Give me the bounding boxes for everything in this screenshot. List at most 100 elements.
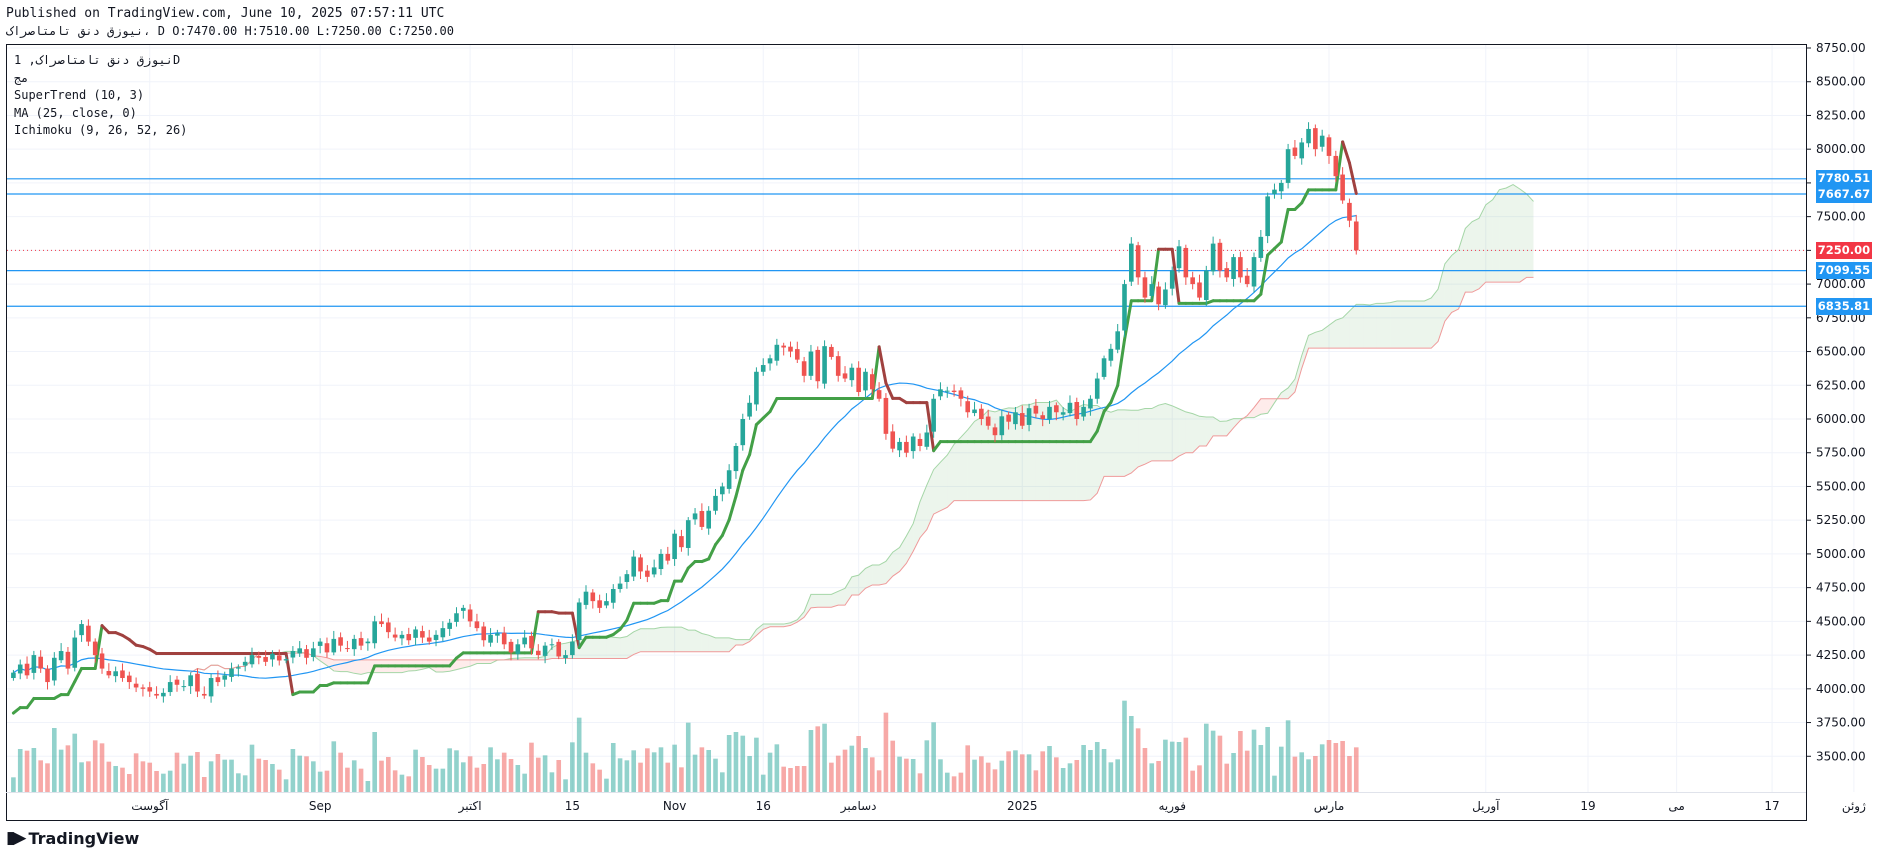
volume-bar	[1231, 753, 1236, 792]
cloud-segment	[674, 627, 682, 652]
volume-bar	[426, 765, 432, 792]
legend-indicator-supertrend[interactable]: SuperTrend (10, 3)	[14, 87, 187, 105]
candle-body	[331, 638, 337, 653]
candle-body	[1306, 128, 1311, 144]
volume-bar	[297, 755, 303, 792]
volume-bar	[897, 756, 902, 792]
volume-bar	[931, 722, 936, 792]
volume-bar	[1353, 747, 1359, 792]
candle-body	[767, 358, 773, 364]
cloud-segment	[1383, 302, 1391, 349]
supertrend-segment	[1341, 140, 1351, 165]
volume-bar	[876, 770, 882, 792]
volume-bar	[720, 772, 725, 792]
volume-bar	[808, 730, 814, 792]
candle-body	[1149, 284, 1155, 296]
candle-body	[440, 628, 446, 638]
volume-bar	[208, 761, 214, 792]
candle-body	[215, 677, 221, 683]
candle-body	[685, 520, 691, 548]
cloud-segment	[667, 627, 675, 652]
candle-body	[842, 373, 848, 379]
volume-bar	[345, 767, 350, 792]
cloud-segment	[592, 636, 600, 659]
price-tick-label: 4000.00	[1816, 682, 1866, 696]
volume-bar	[795, 766, 800, 792]
volume-bar	[1197, 765, 1202, 792]
candle-body	[1122, 284, 1127, 331]
cloud-segment	[1513, 184, 1520, 283]
volume-bar	[201, 777, 207, 792]
volume-bar	[276, 769, 282, 792]
candle-body	[147, 687, 153, 692]
candle-body	[1299, 142, 1305, 159]
volume-bar	[890, 740, 896, 792]
candle-body	[126, 675, 132, 683]
cloud-segment	[1478, 204, 1486, 289]
volume-bar	[556, 760, 562, 792]
volume-bar	[229, 759, 234, 792]
volume-bar	[249, 744, 255, 792]
cloud-segment	[1144, 408, 1152, 465]
candle-body	[522, 637, 527, 645]
candle-body	[1183, 247, 1189, 278]
candle-body	[1115, 331, 1120, 350]
cloud-segment	[701, 633, 709, 652]
volume-bar	[454, 750, 459, 792]
cloud-segment	[1185, 411, 1193, 453]
volume-bar	[440, 768, 446, 792]
candle-body	[972, 409, 977, 414]
candle-body	[24, 663, 30, 676]
candle-body	[188, 675, 193, 687]
cloud-segment	[729, 637, 736, 652]
candle-body	[890, 431, 896, 449]
volume-bar	[379, 760, 384, 792]
candle-body	[58, 651, 64, 661]
volume-bar	[147, 762, 153, 792]
volume-bar	[610, 743, 616, 792]
candle-body	[290, 651, 296, 658]
cloud-segment	[722, 637, 730, 652]
volume-bar	[86, 761, 91, 792]
cloud-segment	[1219, 421, 1227, 436]
cloud-segment	[1485, 199, 1493, 283]
candle-body	[1040, 415, 1046, 419]
candle-body	[1326, 137, 1332, 156]
candle-body	[1217, 242, 1223, 271]
cloud-segment	[1349, 304, 1357, 349]
volume-bar	[1340, 741, 1345, 792]
candle-body	[208, 678, 214, 697]
candle-body	[822, 346, 827, 384]
candle-body	[597, 600, 602, 608]
volume-bar	[1299, 752, 1305, 792]
candle-body	[1033, 405, 1039, 414]
candle-body	[1094, 378, 1100, 399]
legend-indicator-ichimoku[interactable]: Ichimoku (9, 26, 52, 26)	[14, 122, 187, 140]
volume-bar	[999, 760, 1005, 792]
volume-bar	[1129, 716, 1134, 792]
volume-bar	[433, 768, 439, 792]
volume-bar	[979, 756, 984, 792]
volume-bar	[570, 742, 575, 792]
supertrend-segment	[625, 601, 636, 622]
cloud-segment	[865, 565, 873, 589]
candle-body	[488, 634, 493, 643]
candle-body	[570, 641, 575, 656]
candle-body	[17, 664, 23, 674]
volume-bar	[1108, 762, 1114, 792]
price-chart[interactable]: 3500.00 3750.00 4000.00 4250.00 4500.00 4750.…	[0, 0, 1878, 858]
candle-body	[1081, 406, 1086, 417]
volume-bar	[617, 758, 623, 792]
legend-indicator-ma[interactable]: MA (25, close, 0)	[14, 105, 187, 123]
time-tick-label: 16	[756, 799, 771, 813]
cloud-segment	[1492, 189, 1500, 283]
candle-body	[399, 634, 405, 639]
volume-bar	[1292, 756, 1298, 792]
cloud-segment	[1226, 418, 1234, 436]
cloud-segment	[933, 462, 941, 515]
volume-bar	[951, 776, 957, 792]
volume-bar	[829, 762, 834, 792]
candle-body	[863, 371, 868, 391]
cloud-segment	[967, 421, 975, 501]
candle-body	[944, 390, 950, 392]
